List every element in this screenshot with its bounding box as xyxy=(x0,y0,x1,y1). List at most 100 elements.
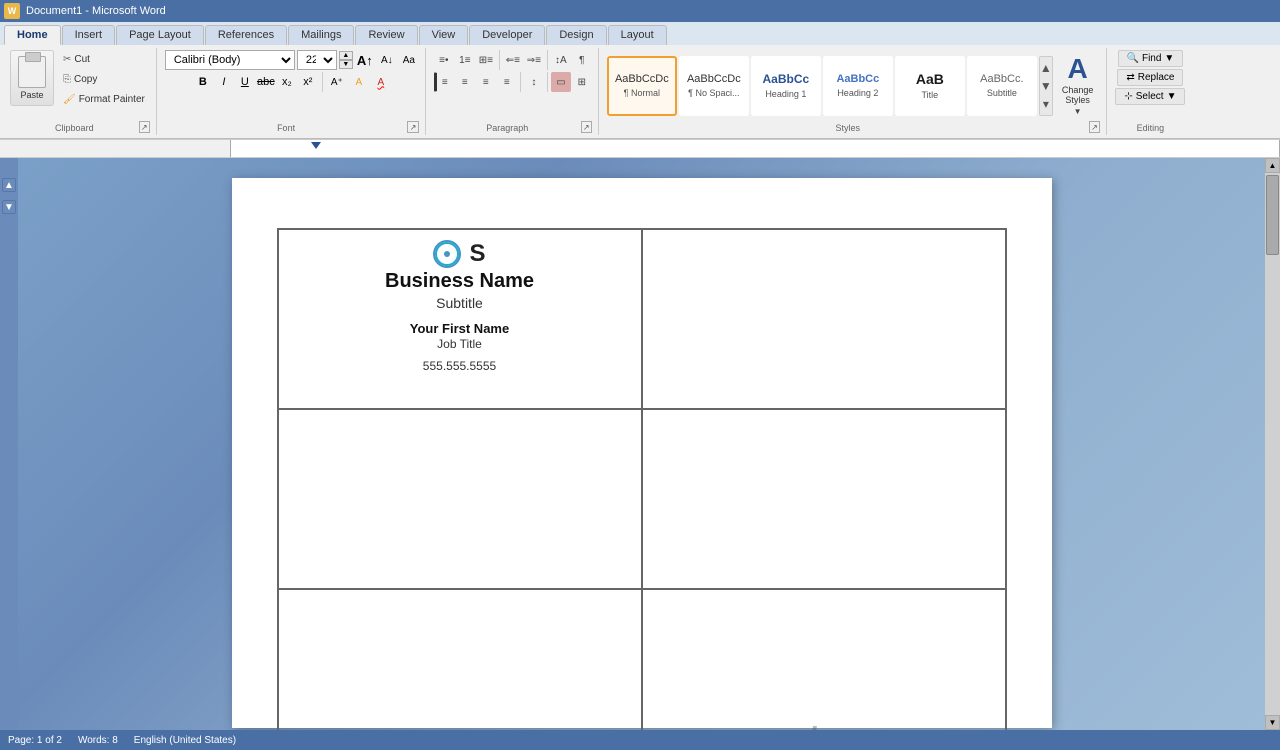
font-size-selector[interactable]: 22 xyxy=(297,50,337,70)
show-para-button[interactable]: ¶ xyxy=(572,50,592,70)
ruler-inner xyxy=(230,140,1280,157)
tab-design[interactable]: Design xyxy=(546,25,606,45)
multilevel-button[interactable]: ⊞≡ xyxy=(476,50,496,70)
sidebar-nav-arrow-2[interactable]: ▼ xyxy=(2,200,16,214)
underline-button[interactable]: U xyxy=(235,72,255,92)
superscript-button[interactable]: x² xyxy=(298,72,318,92)
card-person-name: Your First Name xyxy=(410,321,509,336)
styles-content: AaBbCcDc ¶ Normal AaBbCcDc ¶ No Spaci...… xyxy=(607,50,1101,121)
cut-button[interactable]: ✂ Cut xyxy=(58,50,150,68)
clipboard-content: Paste ✂ Cut ⎘ Copy 🖌 Format Painter xyxy=(10,50,150,121)
scroll-down-button[interactable]: ▼ xyxy=(1265,715,1280,730)
card-phone: 555.555.5555 xyxy=(423,359,496,373)
business-card-1[interactable]: S Business Name Subtitle Your First Name… xyxy=(278,229,642,409)
scroll-thumb[interactable] xyxy=(1266,175,1279,255)
text-highlight-button[interactable]: A xyxy=(349,72,369,92)
paste-button[interactable]: Paste xyxy=(10,50,54,106)
font-expand[interactable]: ↗ xyxy=(407,121,419,133)
tab-layout[interactable]: Layout xyxy=(608,25,667,45)
clipboard-label: Clipboard xyxy=(10,121,139,133)
ruler-tab-stop[interactable] xyxy=(311,142,321,149)
ruler xyxy=(0,140,1280,158)
tab-developer[interactable]: Developer xyxy=(469,25,545,45)
style-normal[interactable]: AaBbCcDc ¶ Normal xyxy=(607,56,677,116)
select-button[interactable]: ⊹ Select ▼ xyxy=(1115,88,1185,105)
business-card-6[interactable]: shmoggo.com xyxy=(642,589,1006,730)
align-left-button[interactable]: ≡ xyxy=(434,72,454,92)
card-logo-row: S xyxy=(433,240,485,268)
sidebar-nav-arrow-1[interactable]: ▲ xyxy=(2,178,16,192)
card-logo-letter: S xyxy=(469,240,485,268)
font-selector[interactable]: Calibri (Body) xyxy=(165,50,295,70)
scroll-up-button[interactable]: ▲ xyxy=(1265,158,1280,173)
tab-home[interactable]: Home xyxy=(4,25,61,45)
italic-button[interactable]: I xyxy=(214,72,234,92)
font-row-2: B I U abc x₂ x² A⁺ A A xyxy=(193,72,391,92)
para-expand[interactable]: ↗ xyxy=(581,121,592,133)
find-button[interactable]: 🔍 Find ▼ xyxy=(1118,50,1184,67)
font-size-decrease[interactable]: ▼ xyxy=(339,60,353,69)
format-painter-button[interactable]: 🖌 Format Painter xyxy=(58,90,150,108)
styles-label: Styles xyxy=(607,121,1089,133)
editing-content: 🔍 Find ▼ ⇄ Replace ⊹ Select ▼ xyxy=(1115,50,1185,121)
paste-label: Paste xyxy=(20,90,43,100)
tab-mailings[interactable]: Mailings xyxy=(288,25,354,45)
increase-indent-button[interactable]: ⇒≡ xyxy=(524,50,544,70)
replace-button[interactable]: ⇄ Replace xyxy=(1117,69,1183,86)
card-subtitle-text: Subtitle xyxy=(436,295,483,311)
borders-button[interactable]: ⊞ xyxy=(572,72,592,92)
tab-view[interactable]: View xyxy=(419,25,469,45)
bullets-button[interactable]: ≡• xyxy=(434,50,454,70)
clipboard-small-buttons: ✂ Cut ⎘ Copy 🖌 Format Painter xyxy=(58,50,150,108)
style-no-spacing[interactable]: AaBbCcDc ¶ No Spaci... xyxy=(679,56,749,116)
format-painter-icon: 🖌 xyxy=(63,94,76,105)
document-page[interactable]: S Business Name Subtitle Your First Name… xyxy=(232,178,1052,728)
tab-insert[interactable]: Insert xyxy=(62,25,116,45)
font-row-1: Calibri (Body) 22 ▲ ▼ A↑ A↓ Aa xyxy=(165,50,419,70)
style-normal-label: ¶ Normal xyxy=(624,88,660,98)
subscript-button[interactable]: x₂ xyxy=(277,72,297,92)
styles-expand[interactable]: ↗ xyxy=(1089,121,1101,133)
change-styles-label: ChangeStyles xyxy=(1062,85,1094,105)
tab-review[interactable]: Review xyxy=(355,25,417,45)
line-spacing-button[interactable]: ↕ xyxy=(524,72,544,92)
style-heading1[interactable]: AaBbCc Heading 1 xyxy=(751,56,821,116)
change-styles-button[interactable]: A ChangeStyles ▼ xyxy=(1055,50,1101,121)
clear-format-button[interactable]: Aa xyxy=(399,50,419,70)
font-group: Calibri (Body) 22 ▲ ▼ A↑ A↓ Aa B xyxy=(159,48,426,135)
sort-button[interactable]: ↕A xyxy=(551,50,571,70)
align-right-button[interactable]: ≡ xyxy=(476,72,496,92)
copy-button[interactable]: ⎘ Copy xyxy=(58,70,150,88)
shrink-font-button[interactable]: A↓ xyxy=(377,50,397,70)
business-card-4[interactable] xyxy=(642,409,1006,589)
justify-button[interactable]: ≡ xyxy=(497,72,517,92)
text-effects-button[interactable]: A⁺ xyxy=(327,72,347,92)
business-card-3[interactable] xyxy=(278,409,642,589)
business-card-2[interactable] xyxy=(642,229,1006,409)
font-color-button[interactable]: A xyxy=(371,72,391,92)
tab-page-layout[interactable]: Page Layout xyxy=(116,25,204,45)
font-content: Calibri (Body) 22 ▲ ▼ A↑ A↓ Aa B xyxy=(165,50,419,121)
bold-button[interactable]: B xyxy=(193,72,213,92)
font-size-increase[interactable]: ▲ xyxy=(339,51,353,60)
clipboard-expand[interactable]: ↗ xyxy=(139,121,150,133)
styles-footer: Styles ↗ xyxy=(607,121,1101,133)
style-heading1-label: Heading 1 xyxy=(765,89,806,99)
style-subtitle[interactable]: AaBbCc. Subtitle xyxy=(967,56,1037,116)
style-heading2[interactable]: AaBbCc Heading 2 xyxy=(823,56,893,116)
numbering-button[interactable]: 1≡ xyxy=(455,50,475,70)
style-no-spacing-preview: AaBbCcDc xyxy=(687,73,741,86)
card-business-name: Business Name xyxy=(385,270,534,293)
strikethrough-button[interactable]: abc xyxy=(256,72,276,92)
para-row-2: ≡ ≡ ≡ ≡ ↕ ▭ ⊞ xyxy=(434,72,592,92)
style-title[interactable]: AaB Title xyxy=(895,56,965,116)
styles-scroll[interactable]: ▲ ▼ ▾ xyxy=(1039,56,1053,116)
document-canvas[interactable]: S Business Name Subtitle Your First Name… xyxy=(18,158,1265,730)
document-area: ▲ ▼ S Business Name Subtitle Your First … xyxy=(0,158,1280,730)
shading-button[interactable]: ▭ xyxy=(551,72,571,92)
align-center-button[interactable]: ≡ xyxy=(455,72,475,92)
business-card-5[interactable] xyxy=(278,589,642,730)
grow-font-button[interactable]: A↑ xyxy=(355,50,375,70)
decrease-indent-button[interactable]: ⇐≡ xyxy=(503,50,523,70)
tab-references[interactable]: References xyxy=(205,25,287,45)
